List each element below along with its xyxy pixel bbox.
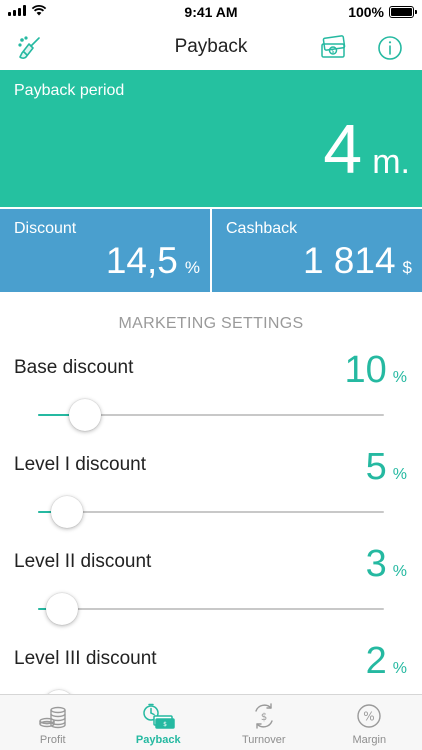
tab-payback[interactable]: $ Payback <box>106 695 212 750</box>
payback-period-value: 4 m. <box>323 114 410 184</box>
setting-value: 3 % <box>366 545 407 583</box>
setting-number: 3 <box>365 543 387 585</box>
tab-label: Turnover <box>241 734 286 746</box>
setting-label: Level III discount <box>14 648 157 669</box>
cashback-label: Cashback <box>226 220 298 237</box>
cashback-unit: $ <box>402 258 412 277</box>
setting-value: 10 % <box>344 351 407 389</box>
setting-label: Level II discount <box>14 551 152 572</box>
setting-number: 10 <box>344 349 387 391</box>
discount-unit: % <box>184 258 200 277</box>
base-discount-slider[interactable] <box>38 395 384 435</box>
level-2-discount-slider[interactable] <box>38 589 384 629</box>
money-icon[interactable]: $ <box>320 34 348 62</box>
svg-text:$: $ <box>331 49 334 55</box>
coins-icon <box>35 702 71 730</box>
slider-thumb[interactable] <box>51 496 84 528</box>
navigation-bar: Payback $ <box>0 24 422 70</box>
payback-icon: $ <box>140 702 176 730</box>
discount-value: 14,5 % <box>106 242 200 279</box>
svg-text:$: $ <box>261 712 267 723</box>
base-discount-setting: Base discount 10 % <box>0 351 422 454</box>
info-icon[interactable] <box>376 34 404 62</box>
tab-turnover[interactable]: $ Turnover <box>211 695 317 750</box>
svg-text:$: $ <box>163 721 167 728</box>
status-right: 100% <box>348 4 417 20</box>
setting-value: 5 % <box>366 448 407 486</box>
setting-label: Level I discount <box>14 454 147 475</box>
setting-unit: % <box>392 660 407 677</box>
tab-label: Profit <box>39 734 66 746</box>
setting-unit: % <box>392 466 407 483</box>
battery-percent: 100% <box>348 4 384 20</box>
slider-thumb[interactable] <box>68 399 101 431</box>
setting-number: 5 <box>365 446 387 488</box>
payback-period-label: Payback period <box>14 82 125 99</box>
marketing-settings-title: MARKETING SETTINGS <box>118 315 304 332</box>
level-1-discount-setting: Level I discount 5 % <box>0 448 422 551</box>
discount-label: Discount <box>14 220 77 237</box>
discount-number: 14,5 <box>105 240 178 281</box>
slider-track <box>38 608 384 610</box>
tab-label: Margin <box>352 734 387 746</box>
slider-track <box>38 511 384 513</box>
setting-label: Base discount <box>14 357 134 378</box>
payback-period-panel: Payback period 4 m. <box>0 70 422 207</box>
cashback-value: 1 814 $ <box>303 242 412 279</box>
slider-thumb[interactable] <box>46 593 79 625</box>
tab-label: Payback <box>135 734 181 746</box>
payback-unit: m. <box>372 143 410 181</box>
discount-panel: Discount 14,5 % <box>0 209 210 292</box>
svg-text:%: % <box>364 710 375 724</box>
level-2-discount-setting: Level II discount 3 % <box>0 545 422 648</box>
tab-margin[interactable]: % Margin <box>317 695 422 750</box>
level-1-discount-slider[interactable] <box>38 492 384 532</box>
cashback-number: 1 814 <box>302 240 396 281</box>
setting-unit: % <box>392 563 407 580</box>
payback-number: 4 <box>323 110 363 188</box>
turnover-icon: $ <box>246 702 282 730</box>
margin-icon: % <box>351 702 387 730</box>
page-title: Payback <box>174 36 248 57</box>
setting-value: 2 % <box>366 642 407 680</box>
setting-number: 2 <box>365 640 387 682</box>
tab-profit[interactable]: Profit <box>0 695 106 750</box>
battery-icon <box>389 6 417 18</box>
status-bar: 9:41 AM 100% <box>0 0 422 24</box>
cashback-panel: Cashback 1 814 $ <box>212 209 422 292</box>
tab-bar: Profit $ Payback $ Turnover % Margin <box>0 694 422 750</box>
setting-unit: % <box>392 369 407 386</box>
